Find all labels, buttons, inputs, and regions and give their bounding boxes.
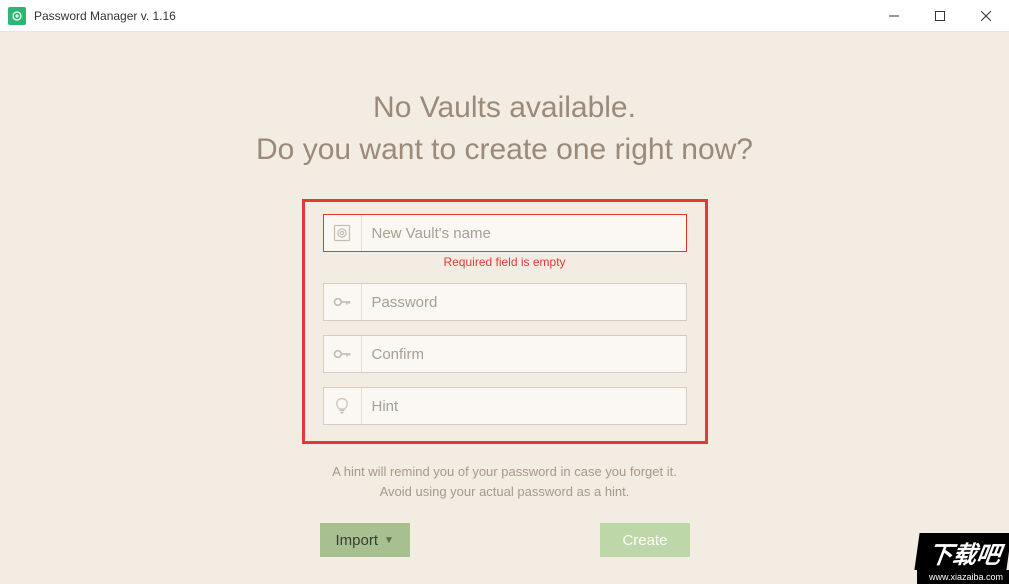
heading-line-2: Do you want to create one right now? — [256, 129, 753, 171]
password-row — [323, 283, 687, 321]
maximize-button[interactable] — [917, 0, 963, 31]
create-button[interactable]: Create — [600, 523, 689, 557]
window-controls — [871, 0, 1009, 31]
vault-name-input[interactable] — [362, 215, 686, 251]
heading-line-1: No Vaults available. — [256, 87, 753, 129]
create-label: Create — [622, 532, 667, 549]
hint-help-line-1: A hint will remind you of your password … — [332, 462, 677, 482]
lightbulb-icon — [324, 388, 362, 424]
vault-name-group: Required field is empty — [323, 214, 687, 269]
key-icon — [324, 336, 362, 372]
app-icon — [8, 7, 26, 25]
watermark: 下载吧 www.xiazaiba.com — [917, 533, 1009, 584]
hint-group — [323, 387, 687, 425]
password-group — [323, 283, 687, 321]
confirm-input[interactable] — [362, 336, 686, 372]
vault-name-row — [323, 214, 687, 252]
hint-help-line-2: Avoid using your actual password as a hi… — [332, 482, 677, 502]
button-row: Import ▼ Create — [320, 523, 690, 557]
vault-name-error: Required field is empty — [323, 255, 687, 269]
hint-input[interactable] — [362, 388, 686, 424]
main-content: No Vaults available. Do you want to crea… — [0, 32, 1009, 557]
watermark-text: 下载吧 — [914, 533, 1009, 570]
watermark-url: www.xiazaiba.com — [917, 570, 1009, 584]
window-title: Password Manager v. 1.16 — [34, 9, 871, 23]
hint-help-text: A hint will remind you of your password … — [332, 462, 677, 501]
vault-icon — [324, 215, 362, 251]
confirm-row — [323, 335, 687, 373]
create-vault-form: Required field is empty — [302, 199, 708, 444]
close-button[interactable] — [963, 0, 1009, 31]
minimize-button[interactable] — [871, 0, 917, 31]
import-label: Import — [336, 532, 379, 549]
key-icon — [324, 284, 362, 320]
chevron-down-icon: ▼ — [384, 535, 394, 546]
import-button[interactable]: Import ▼ — [320, 523, 410, 557]
confirm-group — [323, 335, 687, 373]
hint-row — [323, 387, 687, 425]
page-heading: No Vaults available. Do you want to crea… — [256, 87, 753, 171]
titlebar: Password Manager v. 1.16 — [0, 0, 1009, 32]
password-input[interactable] — [362, 284, 686, 320]
